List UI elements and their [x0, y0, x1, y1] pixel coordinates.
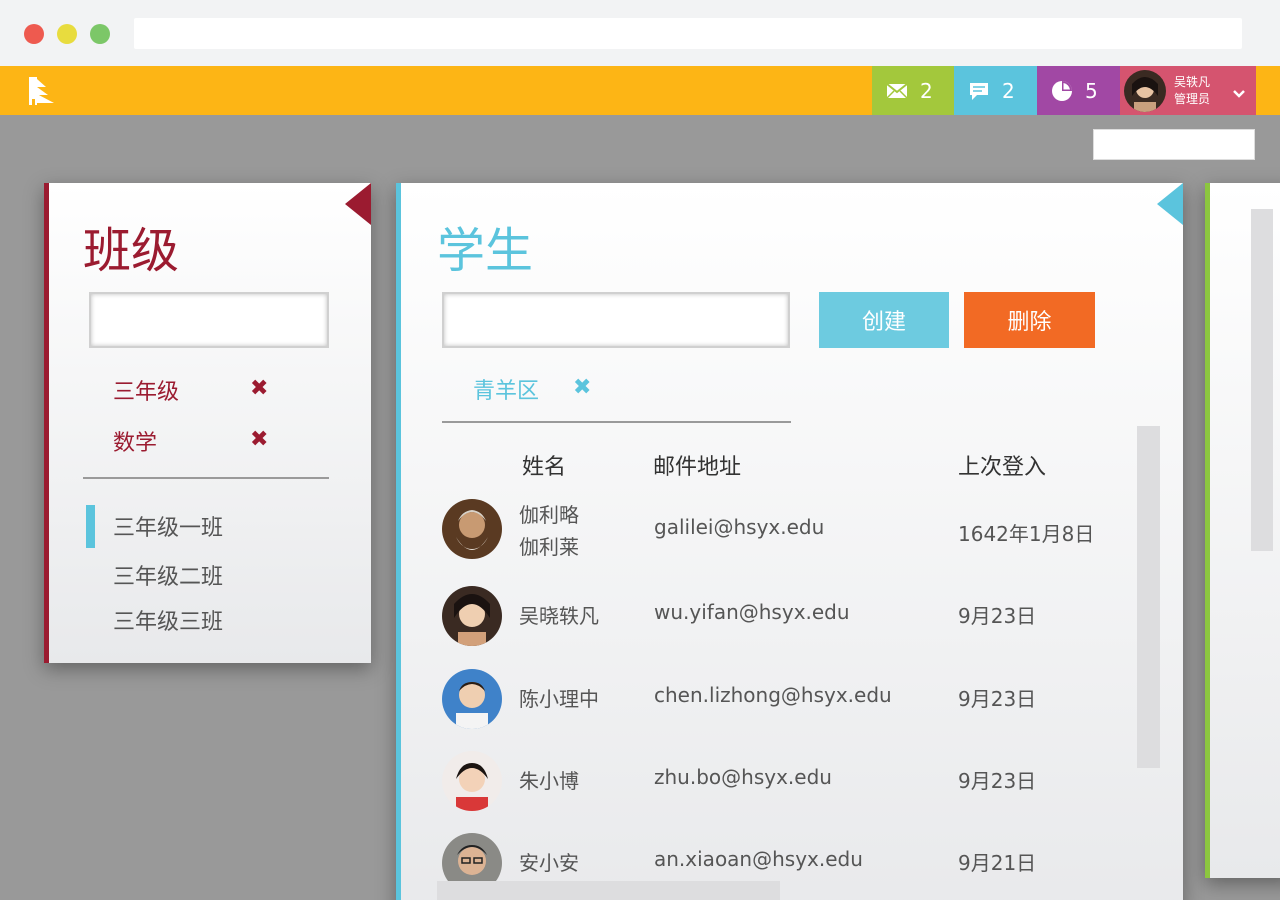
- user-menu[interactable]: 吴轶凡 管理员: [1120, 66, 1256, 115]
- browser-chrome: [0, 0, 1280, 66]
- student-panel: 学生 创建 删除 青羊区 ✖ 姓名 邮件地址 上次登入 伽利略 伽利莱 gali…: [396, 183, 1183, 900]
- table-row[interactable]: 陈小理中 chen.lizhong@hsyx.edu 9月23日: [442, 669, 1132, 739]
- student-name: 吴晓轶凡: [519, 604, 599, 628]
- user-avatar: [1124, 69, 1166, 112]
- student-avatar: [442, 586, 502, 646]
- pie-chart-icon: [1051, 80, 1073, 102]
- mail-count: 2: [920, 78, 933, 103]
- minimize-window-button[interactable]: [57, 24, 77, 44]
- student-email: zhu.bo@hsyx.edu: [654, 765, 832, 789]
- student-last-login: 9月23日: [958, 769, 1037, 793]
- panel-corner-flag: [345, 183, 371, 225]
- student-search-input[interactable]: [442, 292, 790, 348]
- column-header-name[interactable]: 姓名: [522, 449, 566, 481]
- class-item[interactable]: 三年级三班: [113, 604, 223, 636]
- app-header: 2 2 5 吴轶凡 管理员: [0, 66, 1280, 115]
- class-panel-title: 班级: [83, 223, 180, 279]
- student-avatar: [442, 669, 502, 729]
- student-avatar: [442, 751, 502, 811]
- class-item[interactable]: 三年级二班: [113, 559, 223, 591]
- student-last-login: 9月23日: [958, 604, 1037, 628]
- messages-tile[interactable]: 2: [872, 66, 954, 115]
- delete-button[interactable]: 删除: [964, 292, 1095, 348]
- student-last-login: 9月23日: [958, 687, 1037, 711]
- student-last-login: 9月21日: [958, 851, 1037, 875]
- address-bar[interactable]: [134, 18, 1242, 49]
- stats-count: 5: [1085, 78, 1098, 103]
- divider: [83, 477, 329, 479]
- student-name: 陈小理中: [519, 687, 599, 711]
- close-window-button[interactable]: [24, 24, 44, 44]
- mail-icon: [886, 80, 908, 102]
- table-row[interactable]: 伽利略 伽利莱 galilei@hsyx.edu 1642年1月8日: [442, 499, 1132, 569]
- chat-bubble-icon: [968, 80, 990, 102]
- vertical-scrollbar[interactable]: [1137, 426, 1160, 768]
- class-search-input[interactable]: [89, 292, 329, 348]
- user-name: 吴轶凡: [1174, 74, 1211, 89]
- column-header-last-login[interactable]: 上次登入: [958, 449, 1046, 481]
- remove-filter-icon[interactable]: ✖: [250, 427, 268, 452]
- student-name: 安小安: [519, 851, 579, 875]
- maximize-window-button[interactable]: [90, 24, 110, 44]
- filter-tag-label: 数学: [113, 431, 158, 456]
- chat-count: 2: [1002, 78, 1015, 103]
- filter-tag-label: 三年级: [113, 380, 180, 405]
- table-row[interactable]: 朱小博 zhu.bo@hsyx.edu 9月23日: [442, 751, 1132, 821]
- remove-tag-icon[interactable]: ✖: [573, 375, 591, 400]
- district-tag: 青羊区: [473, 379, 540, 404]
- remove-filter-icon[interactable]: ✖: [250, 376, 268, 401]
- table-row[interactable]: 吴晓轶凡 wu.yifan@hsyx.edu 9月23日: [442, 586, 1132, 656]
- comments-tile[interactable]: 2: [954, 66, 1037, 115]
- global-search-input[interactable]: [1093, 129, 1255, 160]
- class-item[interactable]: 三年级一班: [113, 510, 223, 542]
- create-button[interactable]: 创建: [819, 292, 949, 348]
- tree-logo-icon[interactable]: [26, 75, 58, 107]
- student-email: wu.yifan@hsyx.edu: [654, 600, 850, 624]
- student-panel-title: 学生: [437, 223, 534, 279]
- student-email: chen.lizhong@hsyx.edu: [654, 683, 892, 707]
- divider: [442, 421, 791, 423]
- student-name-line1: 伽利略: [519, 503, 579, 527]
- student-name: 朱小博: [519, 769, 579, 793]
- active-indicator: [86, 505, 95, 548]
- third-panel: [1205, 183, 1280, 878]
- student-email: an.xiaoan@hsyx.edu: [654, 847, 863, 871]
- student-name-line2: 伽利莱: [519, 535, 579, 559]
- user-role: 管理员: [1174, 91, 1211, 106]
- column-header-email[interactable]: 邮件地址: [653, 449, 741, 481]
- student-last-login: 1642年1月8日: [958, 522, 1095, 546]
- horizontal-scrollbar[interactable]: [437, 881, 780, 900]
- vertical-scrollbar[interactable]: [1251, 209, 1273, 551]
- stats-tile[interactable]: 5: [1037, 66, 1120, 115]
- class-panel: 班级 三年级 ✖ 数学 ✖ 三年级一班 三年级二班 三年级三班: [44, 183, 371, 663]
- student-avatar: [442, 499, 502, 559]
- student-email: galilei@hsyx.edu: [654, 515, 825, 539]
- panel-corner-flag: [1157, 183, 1183, 225]
- chevron-down-icon[interactable]: [1232, 82, 1246, 98]
